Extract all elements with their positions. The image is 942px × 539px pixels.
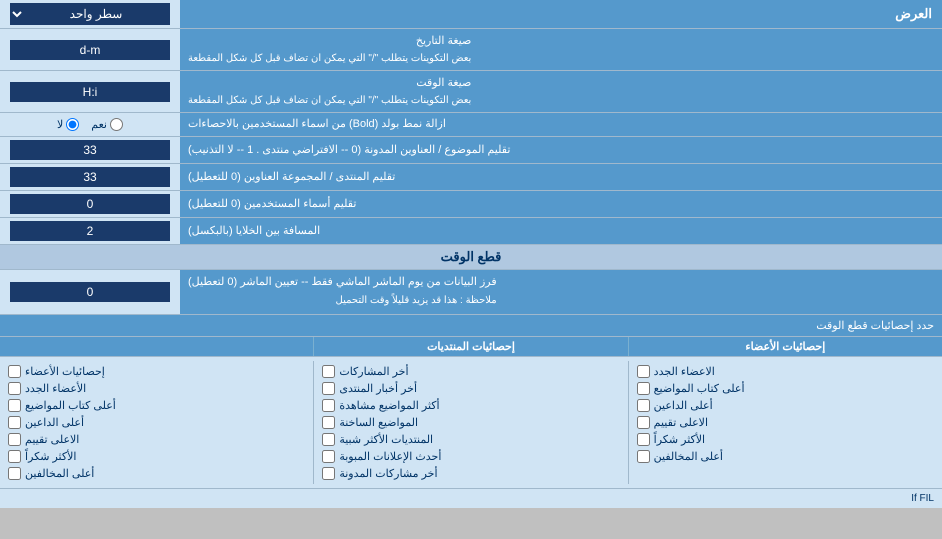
stats-apply-label: حدد إحصائيات قطع الوقت: [0, 315, 942, 336]
checkbox-item: أعلى الداعين: [8, 414, 305, 431]
radio-no-input[interactable]: [66, 118, 79, 131]
checkbox-most-thanked[interactable]: [8, 450, 21, 463]
checkbox-highest-rated[interactable]: [8, 433, 21, 446]
checkboxes-col1: إحصائيات الأعضاء الأعضاء الجدد أعلى كتاب…: [0, 361, 314, 484]
checkbox-top-inviters[interactable]: [8, 416, 21, 429]
checkbox-top-infractors[interactable]: [637, 450, 650, 463]
radio-yes-label[interactable]: نعم: [91, 118, 123, 131]
checkbox-item: أعلى كتاب المواضيع: [8, 397, 305, 414]
checkbox-item: أخر أخبار المنتدى: [322, 380, 619, 397]
trim-forum-input[interactable]: [10, 167, 170, 187]
realtime-data-label: فرز البيانات من يوم الماشر الماشي فقط --…: [188, 274, 497, 309]
checkboxes-col3: الاعضاء الجدد أعلى كتاب المواضيع أعلى ال…: [629, 361, 942, 484]
checkbox-top-referrers[interactable]: [637, 399, 650, 412]
checkbox-most-viewed[interactable]: [322, 399, 335, 412]
checkbox-top-topic-writers[interactable]: [8, 399, 21, 412]
checkbox-item: أخر المشاركات: [322, 363, 619, 380]
checkbox-item: أحدث الإعلانات المبوبة: [322, 448, 619, 465]
checkbox-latest-posts[interactable]: [322, 365, 335, 378]
radio-no-label[interactable]: لا: [57, 118, 79, 131]
checkbox-item: أعلى المخالفين: [8, 465, 305, 482]
time-format-label: صيغة الوقت بعض التكوينات يتطلب "/" التي …: [188, 75, 471, 108]
checkbox-item: الأكثر شكراً: [8, 448, 305, 465]
سطر-واحد-select[interactable]: سطر واحد: [10, 3, 170, 25]
checkbox-item: الأكثر شكراً: [637, 431, 934, 448]
checkbox-latest-classifieds[interactable]: [322, 450, 335, 463]
checkbox-item: الاعضاء الجدد: [637, 363, 934, 380]
bold-removal-label: ازالة نمط بولد (Bold) من اسماء المستخدمي…: [188, 117, 446, 132]
date-format-input[interactable]: [10, 40, 170, 60]
col3-header: إحصائيات الأعضاء: [629, 337, 942, 356]
checkbox-latest-blog-posts[interactable]: [322, 467, 335, 480]
trim-usernames-label: تقليم أسماء المستخدمين (0 للتعطيل): [188, 197, 356, 212]
checkbox-item: أعلى الداعين: [637, 397, 934, 414]
checkbox-latest-forum-news[interactable]: [322, 382, 335, 395]
checkbox-hot-topics[interactable]: [322, 416, 335, 429]
date-format-label: صيغة التاريخ بعض التكوينات يتطلب "/" الت…: [188, 33, 471, 66]
realtime-section-header: قطع الوقت: [0, 245, 942, 270]
checkbox-item: إحصائيات الأعضاء: [8, 363, 305, 380]
realtime-data-input[interactable]: [10, 282, 170, 302]
col2-header: إحصائيات المنتديات: [314, 337, 628, 356]
col1-header: [0, 337, 314, 356]
checkbox-most-active-forums[interactable]: [322, 433, 335, 446]
checkboxes-col2: أخر المشاركات أخر أخبار المنتدى أكثر الم…: [314, 361, 628, 484]
trim-usernames-input[interactable]: [10, 194, 170, 214]
trim-topic-input[interactable]: [10, 140, 170, 160]
checkbox-most-thanks[interactable]: [637, 433, 650, 446]
checkbox-member-stats[interactable]: [8, 365, 21, 378]
checkbox-item: المنتديات الأكثر شبية: [322, 431, 619, 448]
trim-topic-label: تقليم الموضوع / العناوين المدونة (0 -- ا…: [188, 143, 510, 158]
checkbox-item: أكثر المواضيع مشاهدة: [322, 397, 619, 414]
checkbox-item: الاعلى تقييم: [637, 414, 934, 431]
checkbox-item: أعلى كتاب المواضيع: [637, 380, 934, 397]
checkbox-top-rated[interactable]: [637, 416, 650, 429]
radio-yes-input[interactable]: [110, 118, 123, 131]
checkbox-new-members[interactable]: [8, 382, 21, 395]
trim-forum-label: تقليم المنتدى / المجموعة العناوين (0 للت…: [188, 170, 395, 185]
checkbox-top-posters[interactable]: [637, 382, 650, 395]
cell-spacing-label: المسافة بين الخلايا (بالبكسل): [188, 224, 320, 239]
bottom-note: If FIL: [0, 488, 942, 508]
cell-spacing-input[interactable]: [10, 221, 170, 241]
checkbox-item: أخر مشاركات المدونة: [322, 465, 619, 482]
checkbox-item: أعلى المخالفين: [637, 448, 934, 465]
checkbox-item: المواضيع الساخنة: [322, 414, 619, 431]
checkbox-top-violators[interactable]: [8, 467, 21, 480]
checkbox-members-new[interactable]: [637, 365, 650, 378]
عرض-label: العرض: [895, 5, 932, 23]
time-format-input[interactable]: [10, 82, 170, 102]
checkbox-item: الأعضاء الجدد: [8, 380, 305, 397]
checkbox-item: الاعلى تقييم: [8, 431, 305, 448]
